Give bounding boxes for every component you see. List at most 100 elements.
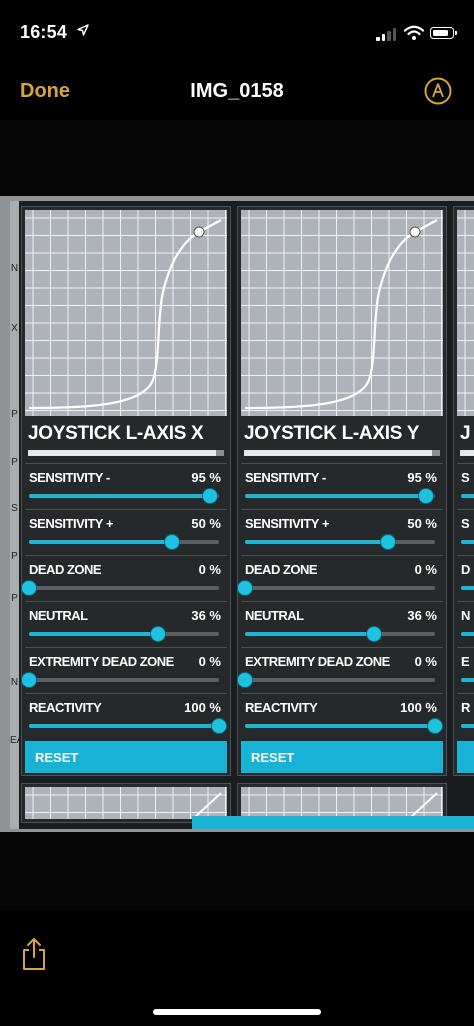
setting-value: 100 % (184, 700, 221, 715)
slider-knob[interactable] (367, 627, 382, 641)
setting-slider[interactable] (29, 719, 226, 733)
slider-knob[interactable] (164, 535, 179, 549)
partial-slider-fill (461, 540, 474, 544)
setting-label: NEUTRAL (245, 608, 304, 623)
slider-fill (245, 540, 388, 544)
curve-handle[interactable] (193, 226, 205, 238)
setting-label: SENSITIVITY + (29, 516, 113, 531)
slider-knob[interactable] (238, 673, 252, 687)
side-menu-edge: N X P P S P P N EA (10, 201, 24, 829)
lower-curve-graph[interactable] (241, 787, 443, 819)
partial-setting-label: S (461, 516, 470, 531)
setting-row: SENSITIVITY - 95 % (25, 463, 227, 508)
slider-knob[interactable] (418, 489, 433, 503)
setting-label: NEUTRAL (29, 608, 88, 623)
slider-knob[interactable] (238, 581, 252, 595)
title-bar (244, 450, 440, 456)
setting-slider[interactable] (29, 489, 219, 503)
setting-slider[interactable] (22, 673, 219, 687)
partial-reset-button (457, 741, 474, 773)
setting-label: EXTREMITY DEAD ZONE (29, 654, 174, 669)
side-menu-letter: P (11, 593, 18, 604)
setting-value: 50 % (191, 516, 221, 531)
reset-button[interactable]: RESET (25, 741, 227, 773)
setting-label: REACTIVITY (29, 700, 102, 715)
setting-label: SENSITIVITY - (29, 470, 110, 485)
cyan-strip (192, 816, 474, 829)
partial-setting-row: N (457, 601, 474, 646)
setting-value: 0 % (414, 562, 437, 577)
partial-setting-label: N (461, 608, 470, 623)
setting-slider[interactable] (238, 581, 435, 595)
setting-label: DEAD ZONE (245, 562, 318, 577)
side-menu-letter: N (10, 677, 19, 688)
partial-panel-title: J (460, 423, 471, 444)
response-curve (244, 219, 438, 410)
partial-setting-row: R (457, 693, 474, 738)
status-bar: 16:54 (0, 0, 474, 68)
slider-knob[interactable] (428, 719, 442, 733)
setting-value: 95 % (191, 470, 221, 485)
partial-slider-fill (461, 494, 474, 498)
setting-slider[interactable] (22, 581, 219, 595)
slider-knob[interactable] (380, 535, 395, 549)
markup-pen-icon[interactable] (424, 77, 452, 105)
partial-setting-slider (461, 724, 474, 728)
setting-label: SENSITIVITY + (245, 516, 329, 531)
setting-value: 0 % (414, 654, 437, 669)
setting-row: REACTIVITY 100 % (241, 693, 443, 738)
photo-view: N X P P S P P N EA JOYSTICK L-AXIS X SENSITIVITY … (0, 120, 474, 910)
slider-knob[interactable] (151, 627, 166, 641)
lower-curve-graph[interactable] (25, 787, 227, 819)
setting-slider[interactable] (29, 535, 219, 549)
setting-label: REACTIVITY (245, 700, 318, 715)
side-menu-letter: EA (10, 735, 24, 746)
partial-slider-fill (461, 586, 474, 590)
slider-knob[interactable] (22, 673, 36, 687)
reset-button[interactable]: RESET (241, 741, 443, 773)
home-indicator (153, 1009, 321, 1015)
partial-setting-row: E (457, 647, 474, 692)
setting-row: DEAD ZONE 0 % (238, 555, 443, 600)
setting-slider[interactable] (245, 719, 442, 733)
battery-icon (430, 27, 457, 39)
share-icon[interactable] (21, 937, 47, 971)
panel-title: JOYSTICK L-AXIS X (28, 423, 204, 444)
monitor-frame: N X P P S P P N EA JOYSTICK L-AXIS X SENSITIVITY … (0, 196, 474, 832)
setting-label: DEAD ZONE (29, 562, 102, 577)
done-button[interactable]: Done (20, 80, 70, 103)
partial-setting-slider (461, 494, 474, 498)
partial-slider-fill (461, 632, 474, 636)
partial-setting-slider (461, 678, 474, 682)
partial-setting-slider (461, 632, 474, 636)
slider-fill (29, 540, 172, 544)
setting-slider[interactable] (245, 489, 435, 503)
slider-knob[interactable] (202, 489, 217, 503)
slider-fill (29, 724, 219, 728)
setting-slider[interactable] (238, 673, 435, 687)
side-menu-letter: P (11, 551, 18, 562)
bottom-toolbar (0, 910, 474, 1026)
response-curve (28, 219, 222, 410)
title-bar (28, 450, 224, 456)
setting-slider[interactable] (245, 627, 435, 641)
setting-slider[interactable] (29, 627, 219, 641)
partial-setting-row: D (457, 555, 474, 600)
slider-knob[interactable] (212, 719, 226, 733)
setting-label: EXTREMITY DEAD ZONE (245, 654, 390, 669)
setting-row: NEUTRAL 36 % (241, 601, 443, 646)
setting-slider[interactable] (245, 535, 435, 549)
setting-value: 95 % (407, 470, 437, 485)
curve-graph[interactable] (241, 210, 443, 416)
slider-fill (245, 632, 375, 636)
cellular-signal-icon (376, 27, 398, 41)
partial-setting-label: D (461, 562, 470, 577)
curve-graph[interactable] (25, 210, 227, 416)
side-menu-letter: N (10, 263, 19, 274)
setting-row: SENSITIVITY + 50 % (241, 509, 443, 554)
slider-knob[interactable] (22, 581, 36, 595)
curve-handle[interactable] (409, 226, 421, 238)
partial-slider-fill (461, 724, 474, 728)
setting-value: 0 % (198, 562, 221, 577)
panel-title: JOYSTICK L-AXIS Y (244, 423, 420, 444)
